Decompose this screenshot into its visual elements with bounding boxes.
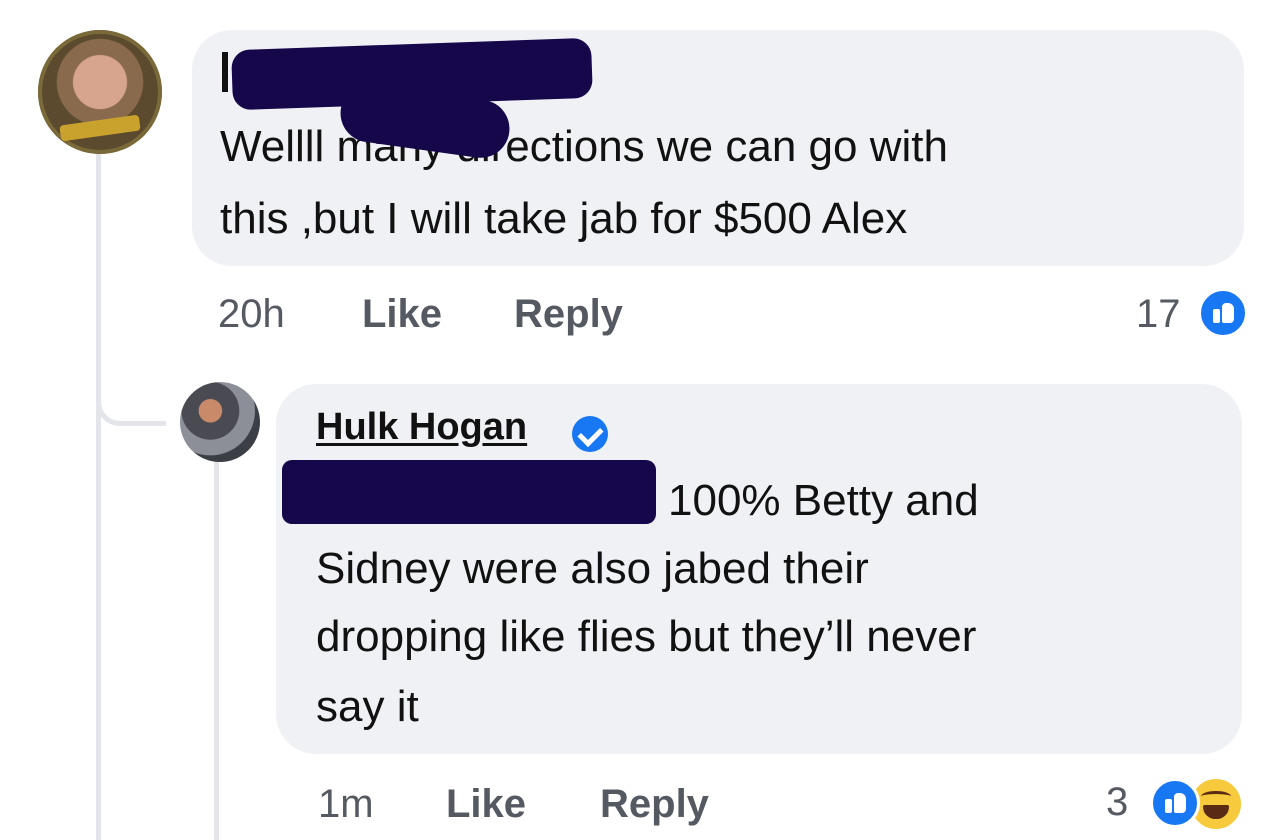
reply-connector [96, 400, 166, 426]
reply-text-line: dropping like flies but they’ll never [316, 612, 977, 661]
commenter-name-fragment [222, 52, 228, 92]
comment-text-line: Wellll many directions we can go with [220, 122, 948, 171]
reply-timestamp[interactable]: 1m [318, 782, 374, 827]
like-icon[interactable] [1198, 288, 1248, 338]
reply-author-avatar[interactable] [180, 382, 260, 462]
reply-text-line: Sidney were also jabed their [316, 544, 869, 593]
reply-like-button[interactable]: Like [446, 782, 526, 827]
reply-reaction-count[interactable]: 3 [1106, 780, 1128, 825]
comment-like-button[interactable]: Like [362, 292, 442, 337]
like-icon[interactable] [1150, 778, 1200, 828]
avatar-frame-badge [59, 114, 141, 142]
redaction-mark [282, 460, 656, 524]
comment-timestamp[interactable]: 20h [218, 292, 285, 337]
commenter-avatar[interactable] [38, 30, 162, 154]
comment-reaction-count[interactable]: 17 [1136, 292, 1181, 337]
reply-thread-connector [214, 460, 219, 840]
comment-thread: Wellll many directions we can go with th… [0, 0, 1284, 840]
thread-connector [96, 152, 101, 840]
reply-author-name[interactable]: Hulk Hogan [316, 406, 527, 449]
reply-reply-button[interactable]: Reply [600, 782, 709, 827]
comment-reply-button[interactable]: Reply [514, 292, 623, 337]
reply-text-line: 100% Betty and [668, 476, 979, 525]
comment-text-line: this ,but I will take jab for $500 Alex [220, 194, 908, 243]
verified-badge-icon [572, 416, 608, 452]
reply-text-line: say it [316, 682, 419, 731]
